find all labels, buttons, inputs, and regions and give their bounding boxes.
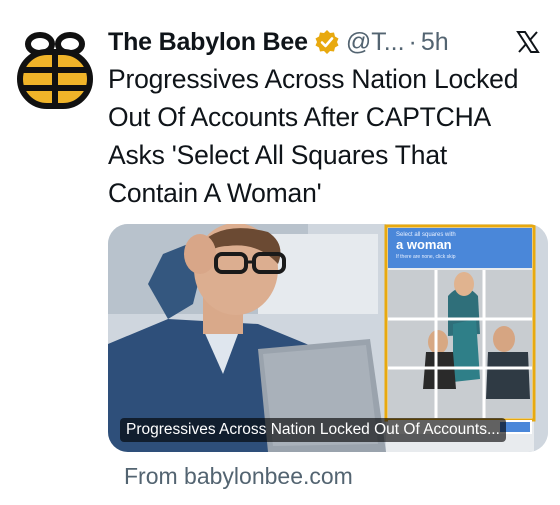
separator-dot: · <box>408 28 417 56</box>
card-source-link[interactable]: From babylonbee.com <box>124 460 353 492</box>
x-logo-icon[interactable] <box>516 30 540 54</box>
link-preview-card[interactable]: Select all squares with a woman If there… <box>108 224 548 452</box>
author-name[interactable]: The Babylon Bee <box>108 24 308 60</box>
tweet-header: The Babylon Bee @T... · 5h <box>108 24 548 60</box>
captcha-target: a woman <box>396 237 452 252</box>
card-caption[interactable]: Progressives Across Nation Locked Out Of… <box>120 418 506 442</box>
tweet-text: Progressives Across Nation Locked Out Of… <box>108 64 519 208</box>
author-handle[interactable]: @T... <box>346 24 405 60</box>
post-time[interactable]: 5h <box>421 24 449 60</box>
verified-badge-icon[interactable] <box>314 29 340 55</box>
captcha-hint: If there are none, click skip <box>396 254 456 260</box>
babylon-bee-logo-icon[interactable] <box>14 30 96 112</box>
